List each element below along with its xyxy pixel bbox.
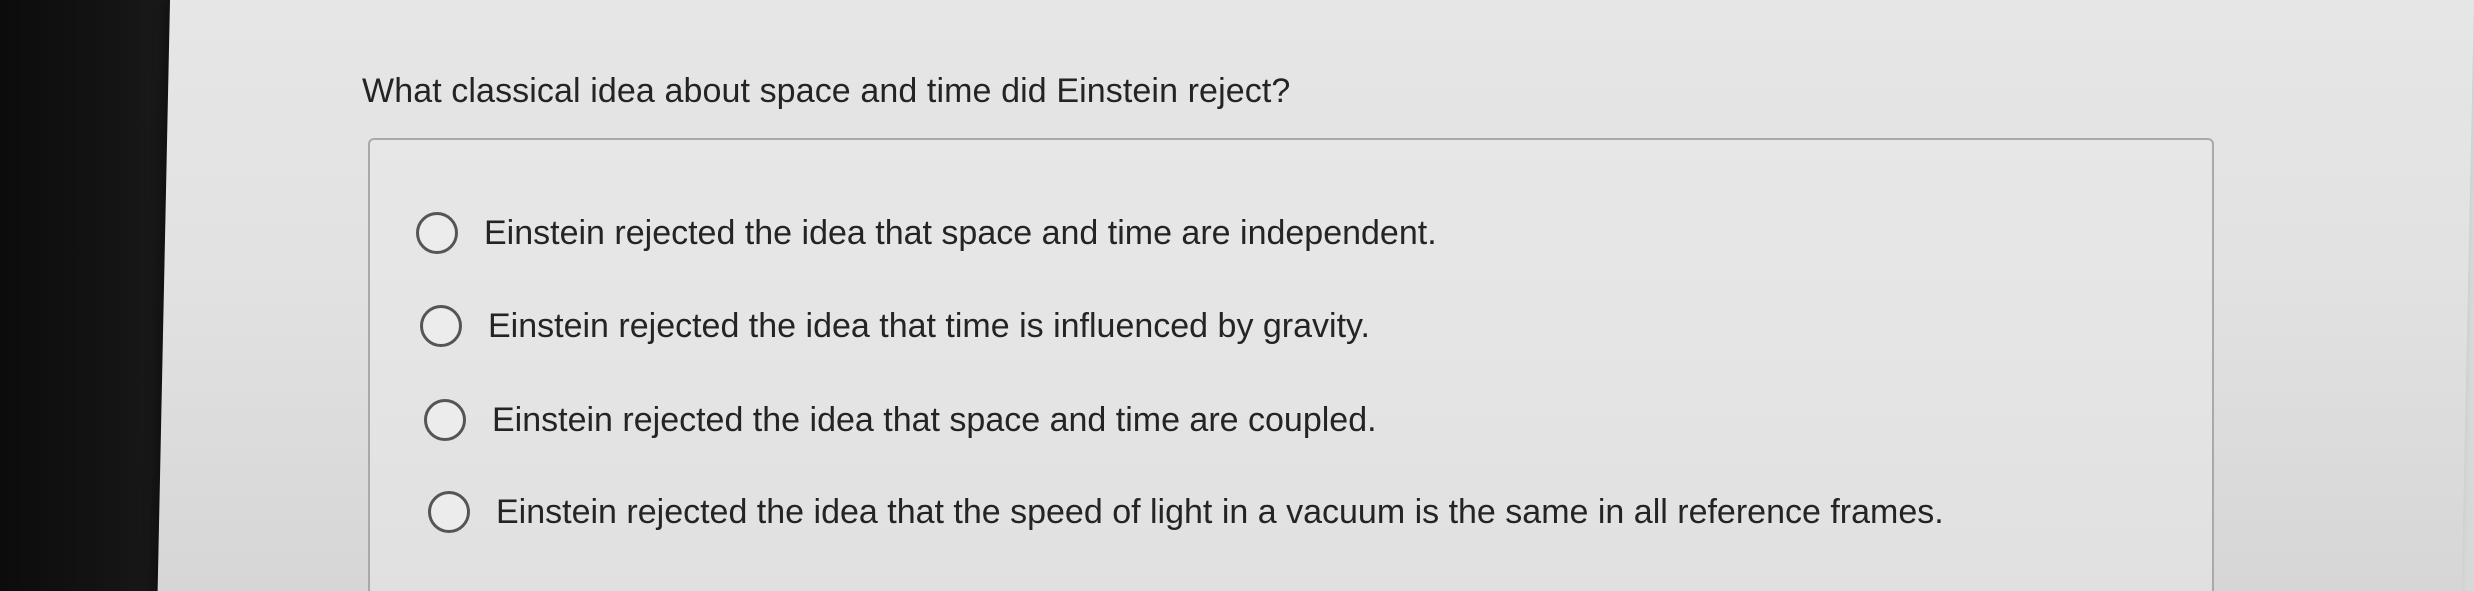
answer-option-3-label[interactable]: Einstein rejected the idea that space an… [492, 401, 1377, 440]
answer-option-2-label[interactable]: Einstein rejected the idea that time is … [488, 307, 1370, 346]
photo-frame: What classical idea about space and time… [0, 0, 2474, 591]
question-text: What classical idea about space and time… [362, 72, 1291, 110]
radio-button-1[interactable] [416, 212, 458, 254]
quiz-question-panel: What classical idea about space and time… [190, 0, 2474, 591]
radio-button-4[interactable] [428, 491, 470, 533]
answer-option-4[interactable]: Einstein rejected the idea that the spee… [428, 484, 1944, 540]
radio-button-3[interactable] [424, 399, 466, 441]
answer-option-1[interactable]: Einstein rejected the idea that space an… [416, 205, 1437, 261]
answer-option-1-label[interactable]: Einstein rejected the idea that space an… [484, 214, 1437, 253]
answer-option-4-label[interactable]: Einstein rejected the idea that the spee… [496, 493, 1944, 532]
answer-option-2[interactable]: Einstein rejected the idea that time is … [420, 298, 1370, 354]
radio-button-2[interactable] [420, 305, 462, 347]
answer-option-3[interactable]: Einstein rejected the idea that space an… [424, 392, 1377, 448]
